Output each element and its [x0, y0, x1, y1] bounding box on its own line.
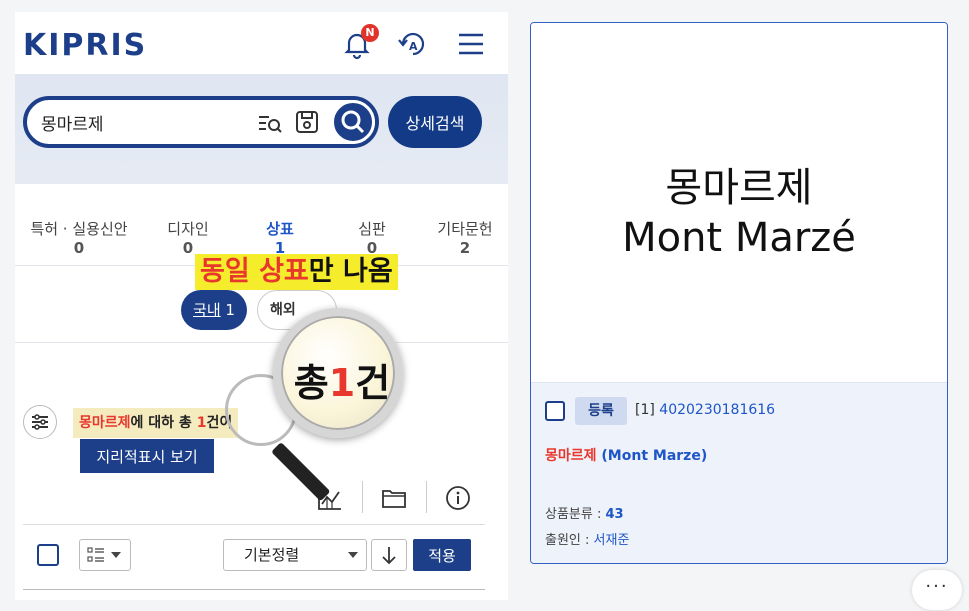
magnifier-count: 1 — [328, 361, 356, 405]
tab-label: 심판 — [358, 220, 386, 238]
tab-label: 기타문헌 — [437, 220, 493, 238]
geographical-indication-button[interactable]: 지리적표시 보기 — [80, 439, 214, 473]
divider — [362, 481, 363, 513]
title-english: (Mont Marze) — [601, 448, 708, 464]
filter-icon[interactable] — [23, 405, 57, 439]
domestic-label: 국내 — [193, 301, 221, 319]
summary-text: 에 대하 — [130, 415, 175, 431]
magnifier-suffix: 건 — [355, 361, 391, 405]
chevron-down-icon — [348, 552, 358, 558]
top-bar: KIPRIS N A — [15, 12, 508, 74]
title-korean: 몽마르제 — [545, 448, 597, 464]
info-icon[interactable] — [443, 483, 473, 513]
applicant-value: 서재준 — [593, 533, 630, 548]
tab-design[interactable]: 디자인 0 — [153, 220, 223, 258]
sliders-icon — [32, 414, 48, 430]
domestic-count: 1 — [225, 301, 235, 319]
notification-badge: N — [361, 24, 379, 42]
result-checkbox[interactable] — [545, 401, 565, 421]
tab-trademark[interactable]: 상표 1 — [245, 220, 315, 258]
apply-button[interactable]: 적용 — [413, 539, 471, 571]
summary-keyword: 몽마르제 — [79, 415, 131, 431]
sort-selected: 기본정렬 — [244, 546, 300, 564]
applicant-label: 출원인 : — [545, 533, 590, 548]
foreign-label: 해외 — [270, 302, 296, 318]
tab-label: 특허 · 실용신안 — [30, 220, 128, 238]
applicant: 출원인 : 서재준 — [545, 529, 629, 548]
divider — [426, 481, 427, 513]
search-area: 상세검색 — [15, 74, 508, 184]
more-options-button[interactable]: ··· — [912, 570, 962, 610]
svg-text:A: A — [409, 40, 418, 53]
divider — [23, 589, 485, 590]
view-mode-dropdown[interactable] — [79, 539, 131, 571]
list-view-icon — [87, 547, 121, 562]
magnifier-text: 총1건 — [287, 352, 397, 407]
callout-highlight: 동일 상표 — [200, 256, 309, 287]
magnifier-prefix: 총 — [293, 361, 329, 405]
divider — [23, 524, 485, 525]
sort-dropdown[interactable]: 기본정렬 — [223, 539, 367, 571]
search-icon — [341, 110, 365, 134]
trademark-image[interactable]: 몽마르제 Mont Marzé — [531, 23, 947, 383]
result-summary: 몽마르제에 대하 총 1건이 — [73, 408, 239, 438]
language-icon[interactable]: A — [395, 26, 431, 62]
class-label: 상품분류 : — [545, 507, 602, 522]
tab-label: 상표 — [266, 220, 294, 238]
search-button[interactable] — [331, 100, 375, 144]
result-index: [1] — [635, 402, 655, 418]
select-all-checkbox[interactable] — [37, 544, 59, 566]
mark-korean-text: 몽마르제 — [665, 165, 813, 211]
tab-label: 디자인 — [167, 220, 209, 238]
tab-count: 0 — [73, 239, 85, 257]
domestic-filter[interactable]: 국내 1 — [181, 290, 247, 330]
tab-trial[interactable]: 심판 0 — [337, 220, 407, 258]
status-badge: 등록 — [575, 397, 627, 425]
trademark-title[interactable]: 몽마르제 (Mont Marze) — [545, 445, 707, 465]
mark-english-text: Mont Marzé — [622, 215, 856, 261]
callout-rest: 만 나옴 — [308, 256, 393, 287]
application-number[interactable]: [1] 4020230181616 — [635, 402, 775, 418]
save-icon[interactable] — [293, 108, 321, 136]
tab-patent[interactable]: 특허 · 실용신안 0 — [21, 220, 137, 258]
tab-other-documents[interactable]: 기타문헌 2 — [423, 220, 507, 258]
class-value: 43 — [605, 507, 624, 522]
list-search-icon[interactable] — [257, 110, 283, 136]
detail-search-button[interactable]: 상세검색 — [388, 96, 482, 148]
search-input[interactable] — [41, 110, 241, 134]
summary-count: 1 — [196, 415, 207, 431]
sort-direction-button[interactable] — [371, 539, 407, 571]
trademark-result-card[interactable]: 몽마르제 Mont Marzé 등록 [1] 4020230181616 몽마르… — [530, 22, 948, 564]
search-box — [23, 96, 379, 148]
card-info: 등록 [1] 4020230181616 몽마르제 (Mont Marze) 상… — [531, 383, 947, 563]
summary-total: 총 — [178, 415, 192, 431]
application-number-value: 4020230181616 — [659, 402, 776, 418]
arrow-down-icon — [382, 547, 396, 565]
folder-icon[interactable] — [379, 483, 409, 513]
callout-label: 동일 상표만 나옴 — [195, 254, 398, 290]
search-panel: KIPRIS N A 몽마르제 상세검색 특허 · 실용신안 0 디자인 0 상… — [15, 12, 508, 600]
kipris-logo[interactable]: KIPRIS — [23, 28, 147, 63]
tab-count: 2 — [459, 239, 471, 257]
goods-class: 상품분류 : 43 — [545, 503, 624, 522]
menu-icon[interactable] — [453, 26, 489, 62]
